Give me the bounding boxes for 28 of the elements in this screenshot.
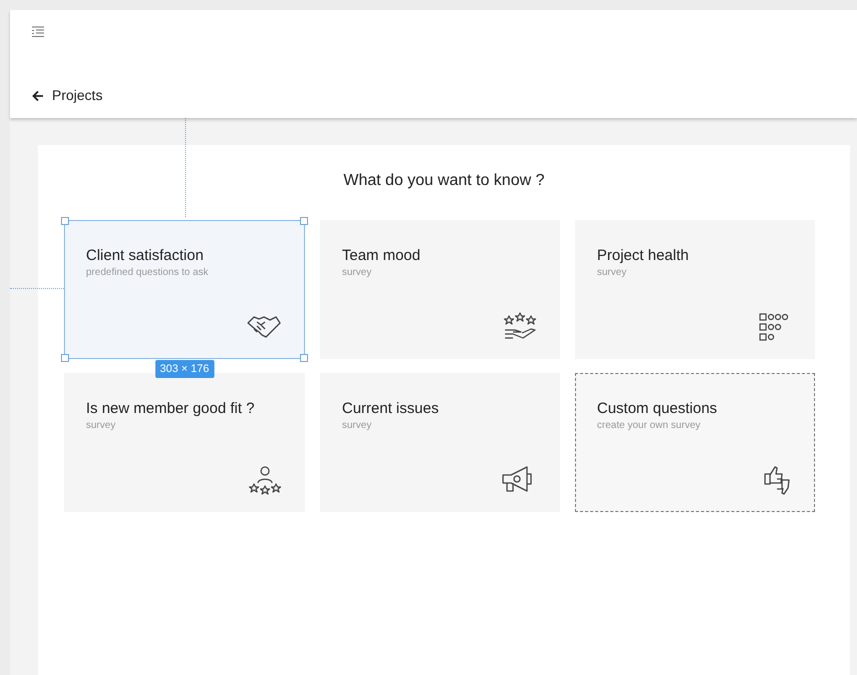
survey-card[interactable]: Custom questions create your own survey: [575, 373, 815, 512]
card-subtitle: survey: [597, 266, 628, 280]
thumbs-icon: [762, 465, 792, 495]
card-title: Current issues: [342, 400, 440, 419]
resize-handle[interactable]: [300, 217, 308, 225]
survey-card[interactable]: Project health survey: [575, 220, 815, 359]
card-subtitle: predefined questions to ask: [86, 266, 210, 280]
resize-handle[interactable]: [300, 354, 308, 362]
back-arrow-icon: [32, 90, 44, 102]
card-subtitle: survey: [342, 420, 372, 432]
card-subtitle: survey: [342, 266, 372, 280]
card-title: Is new member good fit ?: [86, 400, 256, 419]
card-title: Project health: [597, 247, 690, 266]
resize-handle[interactable]: [61, 217, 69, 225]
survey-card[interactable]: Is new member good fit ? survey: [64, 373, 305, 512]
back-link[interactable]: Projects: [32, 85, 103, 106]
page-heading: What do you want to know ?: [344, 171, 544, 191]
survey-card[interactable]: Team mood survey: [320, 220, 560, 359]
menu-icon[interactable]: [32, 26, 44, 38]
card-title: Team mood: [342, 247, 422, 266]
card-subtitle: survey: [86, 420, 116, 432]
card-subtitle: create your own survey: [597, 420, 702, 432]
card-title: Client satisfaction: [86, 247, 205, 266]
card-title: Custom questions: [597, 400, 718, 419]
size-badge: 303 × 176: [154, 360, 214, 378]
survey-card[interactable]: Current issues survey: [320, 373, 560, 512]
resize-handle[interactable]: [61, 354, 69, 362]
person-stars-icon: [248, 465, 282, 495]
